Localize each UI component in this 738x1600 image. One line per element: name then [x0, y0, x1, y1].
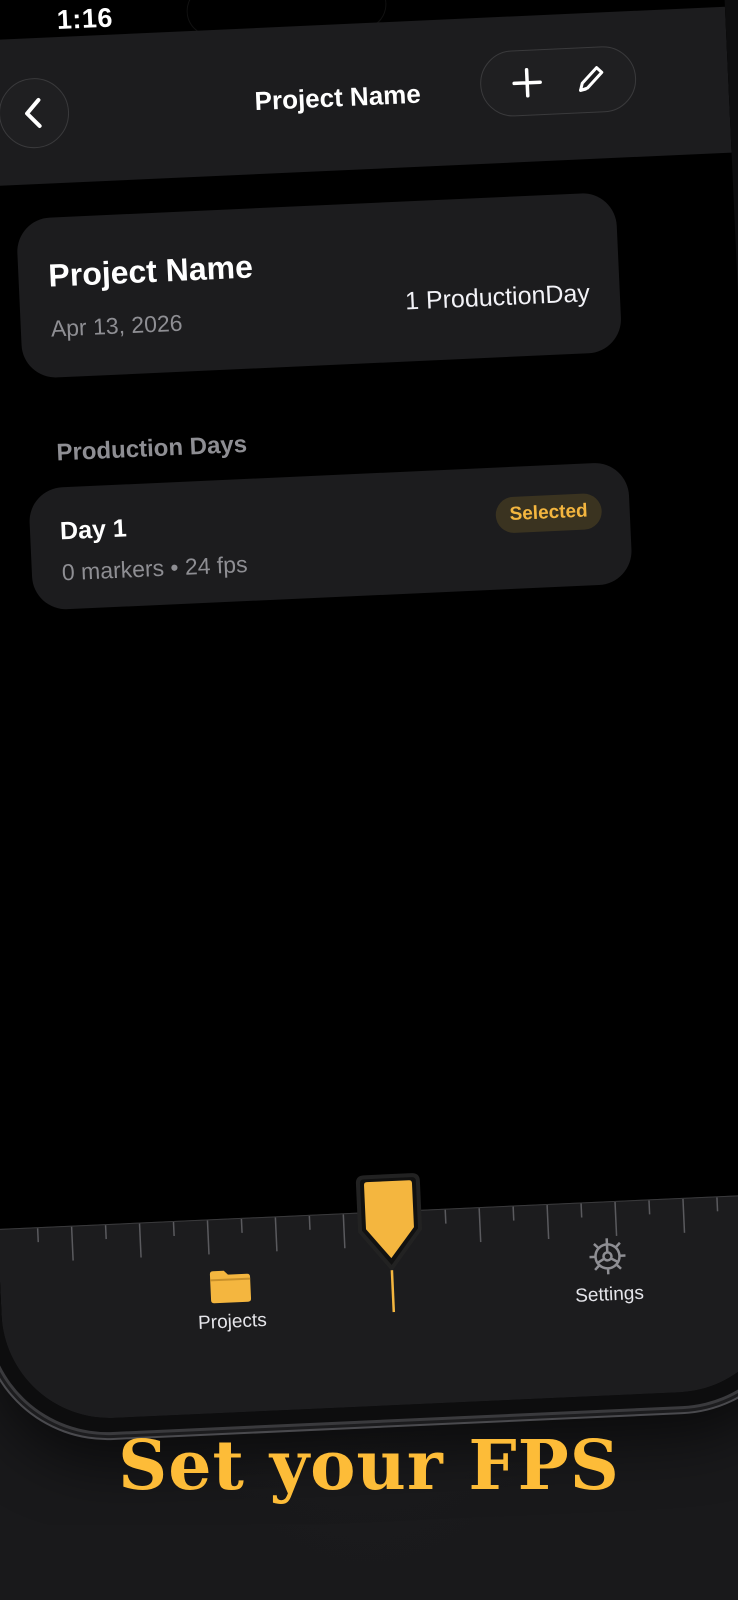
- marketing-headline: Set your FPS: [118, 1426, 620, 1506]
- section-header-production-days: Production Days: [55, 430, 248, 467]
- project-date: Apr 13, 2026: [50, 309, 184, 342]
- folder-icon: [210, 1270, 252, 1304]
- day-title: Day 1: [59, 514, 128, 546]
- production-day-count: 1 ProductionDay: [404, 279, 591, 316]
- marketing-screenshot: 1:16 Project Name Project Name Apr 13, 2…: [0, 0, 738, 1600]
- nav-action-group: [478, 44, 638, 118]
- phone-mockup: 1:16 Project Name Project Name Apr 13, 2…: [0, 0, 738, 1600]
- project-summary-card[interactable]: Project Name Apr 13, 2026 1 ProductionDa…: [15, 191, 623, 379]
- tab-settings-label: Settings: [574, 1282, 645, 1307]
- list-item-production-day[interactable]: Day 1 0 markers • 24 fps Selected: [28, 461, 633, 611]
- tab-settings[interactable]: Settings: [573, 1235, 645, 1308]
- marker-pin-icon: [355, 1173, 423, 1313]
- tab-bar: Projects Settings: [0, 1173, 738, 1423]
- gear-icon: [589, 1238, 626, 1275]
- plus-icon: [511, 68, 542, 98]
- marker-button[interactable]: [349, 1171, 430, 1313]
- edit-button[interactable]: [565, 55, 615, 105]
- day-meta: 0 markers • 24 fps: [61, 550, 249, 586]
- add-button[interactable]: [502, 58, 552, 108]
- tab-projects[interactable]: Projects: [196, 1266, 268, 1335]
- status-time: 1:16: [56, 2, 114, 36]
- phone-screen: 1:16 Project Name Project Name Apr 13, 2…: [0, 0, 738, 1423]
- selected-badge: Selected: [494, 492, 603, 534]
- project-title: Project Name: [47, 248, 254, 294]
- tab-projects-label: Projects: [197, 1309, 268, 1334]
- navigation-bar: Project Name: [0, 6, 732, 189]
- pencil-icon: [578, 66, 603, 92]
